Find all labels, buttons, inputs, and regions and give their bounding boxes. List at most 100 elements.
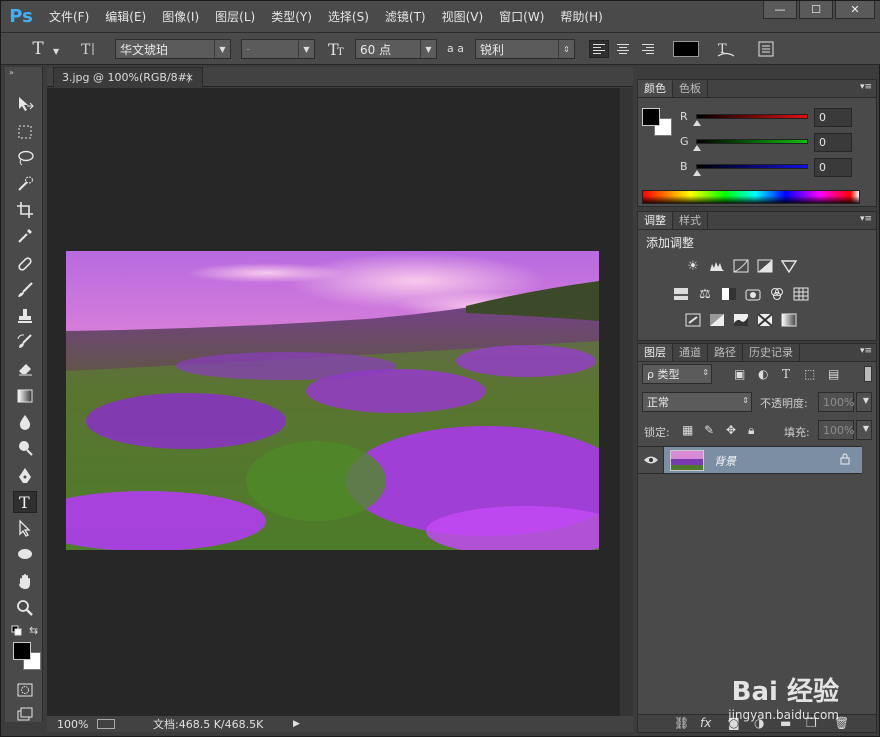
lock-position-icon[interactable]: ✥ <box>726 423 736 437</box>
preset-dropdown-arrow-icon[interactable]: ▼ <box>53 47 59 56</box>
zoom-tool-icon[interactable] <box>13 597 37 619</box>
maximize-button[interactable]: ☐ <box>799 1 833 19</box>
opacity-input[interactable]: 100% <box>818 392 854 412</box>
font-size-select[interactable]: 60 点 ▼ <box>355 39 437 59</box>
blue-slider[interactable]: B 0 <box>680 158 876 178</box>
adjustment-filter-icon[interactable]: ◐ <box>758 367 768 381</box>
layer-visibility-toggle[interactable] <box>638 447 664 473</box>
hue-saturation-icon[interactable] <box>672 286 690 302</box>
type-filter-icon[interactable]: T <box>782 367 790 381</box>
menu-filter[interactable]: 滤镜(T) <box>377 1 434 33</box>
tab-paths[interactable]: 路径 <box>708 344 743 361</box>
tab-layers[interactable]: 图层 <box>638 344 673 361</box>
layer-style-icon[interactable]: fx <box>700 716 711 730</box>
text-orientation-icon[interactable]: T <box>79 40 99 58</box>
opacity-dropdown[interactable]: ▼ <box>856 392 872 412</box>
minimize-button[interactable]: — <box>763 1 797 19</box>
marquee-tool-icon[interactable] <box>13 121 37 143</box>
screen-mode-icon[interactable] <box>13 703 37 725</box>
text-tool-preset-icon[interactable]: T <box>27 39 49 59</box>
shape-filter-icon[interactable]: ⬚ <box>804 367 815 381</box>
text-color-swatch[interactable] <box>673 41 699 57</box>
green-thumb[interactable] <box>693 145 701 151</box>
red-thumb[interactable] <box>693 120 701 126</box>
document-tab[interactable]: 3.jpg @ 100%(RGB/8#) × <box>53 67 203 87</box>
blend-mode-select[interactable]: 正常 ⇕ <box>642 392 752 412</box>
lasso-tool-icon[interactable] <box>13 147 37 169</box>
font-family-select[interactable]: 华文琥珀 ▼ <box>115 39 231 59</box>
character-panel-icon[interactable] <box>757 41 775 57</box>
fill-dropdown[interactable]: ▼ <box>856 420 872 440</box>
collapse-arrows-icon[interactable]: » <box>9 68 14 77</box>
blue-thumb[interactable] <box>693 170 701 176</box>
crop-tool-icon[interactable] <box>13 199 37 221</box>
status-menu-arrow-icon[interactable]: ▶ <box>293 719 300 729</box>
red-track[interactable] <box>696 114 808 119</box>
posterize-icon[interactable] <box>708 312 726 328</box>
gradient-map-icon[interactable] <box>780 312 798 328</box>
vibrance-icon[interactable] <box>780 258 798 274</box>
type-tool-icon[interactable]: T <box>13 491 37 513</box>
curves-icon[interactable] <box>732 258 750 274</box>
blue-track[interactable] <box>696 164 808 169</box>
layer-row-background[interactable]: 背景 <box>638 446 862 474</box>
foreground-color-swatch[interactable] <box>13 642 31 660</box>
exposure-icon[interactable] <box>756 258 774 274</box>
hand-tool-icon[interactable] <box>13 571 37 593</box>
lock-transparent-icon[interactable]: ▦ <box>682 423 693 437</box>
quick-selection-tool-icon[interactable] <box>13 173 37 195</box>
blue-value-input[interactable]: 0 <box>814 158 852 177</box>
brush-tool-icon[interactable] <box>13 279 37 301</box>
pen-tool-icon[interactable] <box>13 465 37 487</box>
font-style-select[interactable]: - ▼ <box>241 39 315 59</box>
healing-brush-tool-icon[interactable] <box>13 253 37 275</box>
color-balance-icon[interactable]: ⚖ <box>696 286 714 302</box>
anti-alias-select[interactable]: 锐利 ⇕ <box>475 39 575 59</box>
menu-view[interactable]: 视图(V) <box>434 1 492 33</box>
panel-menu-icon[interactable]: ▾≡ <box>860 82 872 92</box>
green-value-input[interactable]: 0 <box>814 133 852 152</box>
layer-filter-select[interactable]: ρ 类型 ⇕ <box>642 364 712 384</box>
zoom-level[interactable]: 100% <box>57 718 88 731</box>
tab-color[interactable]: 颜色 <box>638 80 673 97</box>
ellipse-tool-icon[interactable] <box>13 543 37 565</box>
levels-icon[interactable] <box>708 258 726 274</box>
gradient-tool-icon[interactable] <box>13 385 37 407</box>
layer-name[interactable]: 背景 <box>714 453 736 469</box>
close-tab-icon[interactable]: × <box>185 71 194 84</box>
blur-tool-icon[interactable] <box>13 411 37 433</box>
fill-input[interactable]: 100% <box>818 420 854 440</box>
black-white-icon[interactable] <box>720 286 738 302</box>
warp-text-icon[interactable]: T <box>715 40 737 58</box>
tab-swatches[interactable]: 色板 <box>673 80 708 97</box>
eraser-tool-icon[interactable] <box>13 357 37 379</box>
pixel-filter-icon[interactable]: ▣ <box>734 367 745 381</box>
dodge-tool-icon[interactable] <box>13 437 37 459</box>
filter-toggle-switch[interactable] <box>864 366 872 382</box>
link-layers-icon[interactable]: ⛓ <box>674 716 689 730</box>
brightness-contrast-icon[interactable]: ☀ <box>684 258 702 274</box>
lock-image-icon[interactable]: ✎ <box>704 423 714 437</box>
red-value-input[interactable]: 0 <box>814 108 852 127</box>
tab-styles[interactable]: 样式 <box>673 212 708 229</box>
panel-menu-icon[interactable]: ▾≡ <box>860 346 872 356</box>
move-tool-icon[interactable] <box>13 93 37 115</box>
channel-mixer-icon[interactable] <box>768 286 786 302</box>
vertical-scrollbar[interactable] <box>619 88 633 716</box>
color-lookup-icon[interactable] <box>792 286 810 302</box>
tab-adjustments[interactable]: 调整 <box>638 212 673 229</box>
menu-window[interactable]: 窗口(W) <box>491 1 552 33</box>
photo-filter-icon[interactable] <box>744 286 762 302</box>
invert-icon[interactable] <box>684 312 702 328</box>
eyedropper-tool-icon[interactable] <box>13 225 37 247</box>
menu-type[interactable]: 类型(Y) <box>263 1 320 33</box>
menu-layer[interactable]: 图层(L) <box>207 1 263 33</box>
clone-stamp-tool-icon[interactable] <box>13 305 37 327</box>
quick-mask-icon[interactable] <box>13 679 37 701</box>
tab-history[interactable]: 历史记录 <box>743 344 800 361</box>
menu-file[interactable]: 文件(F) <box>41 1 97 33</box>
menu-help[interactable]: 帮助(H) <box>552 1 610 33</box>
menu-select[interactable]: 选择(S) <box>320 1 377 33</box>
layer-thumbnail[interactable] <box>670 450 704 471</box>
panel-menu-icon[interactable]: ▾≡ <box>860 214 872 224</box>
